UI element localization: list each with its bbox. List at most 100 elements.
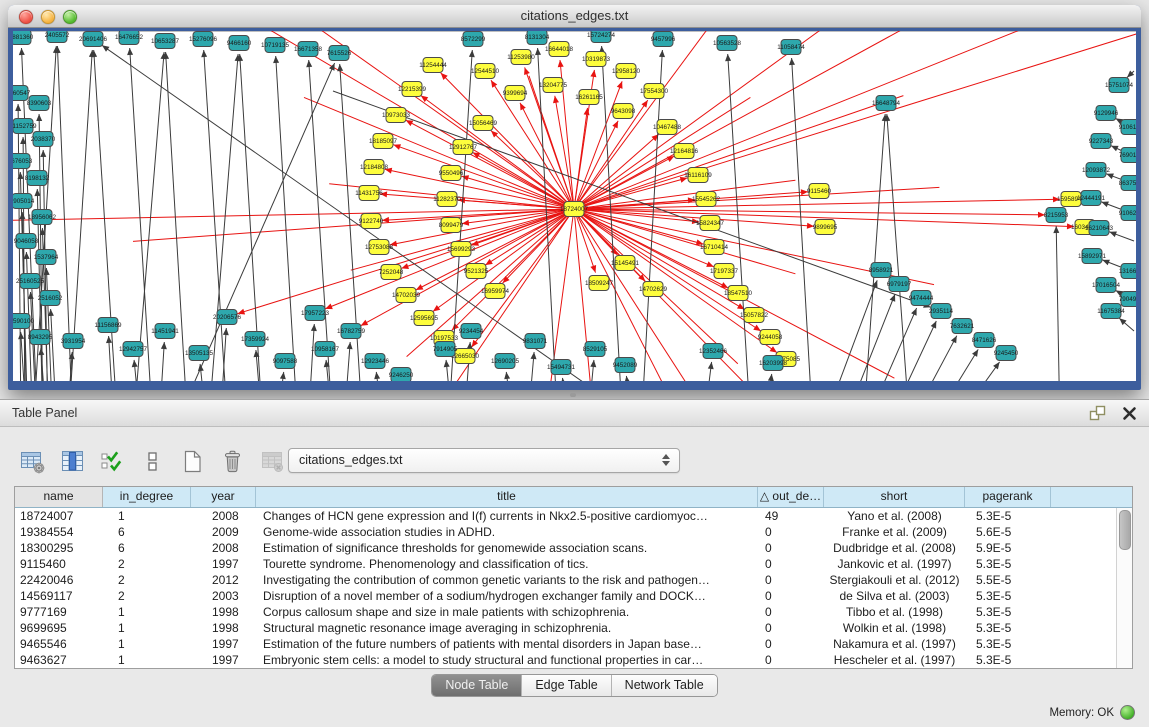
graph-node[interactable]: 9129946 — [1094, 106, 1119, 121]
graph-node[interactable]: 16671358 — [294, 42, 323, 57]
graph-node[interactable]: 9643098 — [611, 104, 636, 119]
table-cell[interactable]: 5.3E-5 — [965, 588, 1051, 604]
create-new-column-button[interactable] — [178, 447, 207, 476]
table-row[interactable]: 969969511998Structural magnetic resonanc… — [15, 620, 1117, 636]
graph-node[interactable]: 15056469 — [469, 116, 498, 131]
graph-node[interactable]: 9452089 — [613, 358, 638, 373]
table-cell[interactable]: 2 — [103, 572, 191, 588]
table-cell[interactable]: 19384554 — [15, 524, 103, 540]
column-header-year[interactable]: year — [191, 487, 256, 507]
graph-node[interactable]: 16782759 — [337, 324, 366, 339]
table-cell[interactable]: 6 — [103, 524, 191, 540]
graph-node[interactable]: 11058474 — [777, 40, 805, 55]
graph-node[interactable]: 9550496 — [439, 166, 464, 181]
black-edge[interactable] — [887, 114, 910, 381]
table-cell[interactable]: 5.3E-5 — [965, 636, 1051, 652]
graph-node[interactable]: 8943295 — [28, 330, 53, 345]
table-cell[interactable]: 2012 — [191, 572, 256, 588]
zoom-window-button[interactable] — [63, 10, 77, 24]
graph-node[interactable]: 16203998 — [759, 356, 788, 371]
graph-node[interactable]: 9457996 — [651, 32, 676, 47]
table-cell[interactable]: 2 — [103, 556, 191, 572]
table-cell[interactable]: 2009 — [191, 524, 256, 540]
graph-node[interactable]: 11675384 — [1097, 304, 1125, 319]
tab-network-table[interactable]: Network Table — [611, 675, 717, 696]
table-cell[interactable]: 1 — [103, 652, 191, 668]
graph-node[interactable]: 9115460 — [807, 184, 832, 199]
graph-node[interactable]: 9046058 — [14, 234, 39, 249]
graph-node[interactable]: 12923446 — [361, 354, 390, 369]
table-cell[interactable]: 6 — [103, 540, 191, 556]
table-cell[interactable]: 1998 — [191, 620, 256, 636]
graph-node[interactable]: 2038370 — [31, 132, 56, 147]
table-row[interactable]: 1938455462009Genome-wide association stu… — [15, 524, 1117, 540]
graph-node[interactable]: 8471626 — [972, 333, 997, 348]
graph-node[interactable]: 7690139 — [1119, 148, 1136, 163]
graph-node[interactable]: 1316610 — [1119, 264, 1136, 279]
graph-node[interactable]: 12958120 — [612, 64, 641, 79]
table-cell[interactable]: 5.5E-5 — [965, 572, 1051, 588]
tab-node-table[interactable]: Node Table — [432, 675, 521, 696]
graph-node[interactable]: 7914905 — [433, 342, 458, 357]
graph-node[interactable]: 18509247 — [585, 276, 614, 291]
graph-node[interactable]: 16710414 — [700, 240, 729, 255]
graph-node[interactable]: 16644018 — [545, 42, 574, 57]
delete-table-button[interactable] — [258, 447, 287, 476]
table-cell[interactable]: 5.3E-5 — [965, 556, 1051, 572]
table-row[interactable]: 1872400712008Changes of HCN gene express… — [15, 508, 1117, 524]
graph-node[interactable]: 3931954 — [61, 334, 86, 349]
graph-node[interactable]: 9106198 — [1119, 120, 1136, 135]
graph-node[interactable]: 11254444 — [419, 58, 447, 73]
graph-node[interactable]: 8215953 — [1044, 208, 1069, 223]
graph-node[interactable]: 10563528 — [713, 36, 742, 51]
graph-node[interactable]: 13505135 — [185, 346, 214, 361]
black-edge[interactable] — [792, 58, 813, 381]
table-cell[interactable]: 1997 — [191, 636, 256, 652]
table-cell[interactable]: Genome-wide association studies in ADHD. — [256, 524, 758, 540]
graph-node[interactable]: 15145491 — [611, 256, 640, 271]
graph-node[interactable]: 9234454 — [459, 324, 484, 339]
graph-node[interactable]: 8958921 — [869, 263, 894, 278]
window-titlebar[interactable]: citations_edges.txt — [8, 5, 1141, 28]
table-cell[interactable]: Franke et al. (2009) — [824, 524, 965, 540]
table-cell[interactable]: 9777169 — [15, 604, 103, 620]
black-edge[interactable] — [276, 56, 298, 381]
red-edge[interactable] — [351, 178, 688, 270]
graph-node[interactable]: 7632621 — [950, 319, 975, 334]
graph-node[interactable]: 12093872 — [1082, 163, 1111, 178]
table-cell[interactable]: Stergiakouli et al. (2012) — [824, 572, 965, 588]
graph-node[interactable]: 16476652 — [115, 31, 144, 45]
graph-node[interactable]: 18956062 — [28, 210, 57, 225]
graph-node[interactable]: 7904902 — [1119, 292, 1136, 307]
graph-node[interactable]: 12753088 — [365, 240, 394, 255]
float-panel-button[interactable] — [1088, 404, 1107, 423]
graph-node[interactable]: 7252048 — [379, 265, 404, 280]
table-cell[interactable]: 1998 — [191, 604, 256, 620]
graph-node[interactable]: 9122740 — [359, 214, 384, 229]
graph-node[interactable]: 20206576 — [213, 310, 242, 325]
table-cell[interactable]: 1 — [103, 636, 191, 652]
graph-node[interactable]: 15892971 — [1078, 249, 1107, 264]
scrollbar-thumb[interactable] — [1119, 510, 1131, 550]
black-edge[interactable] — [841, 294, 895, 381]
table-cell[interactable]: 49 — [758, 508, 824, 524]
vertical-scrollbar[interactable] — [1116, 508, 1132, 668]
table-cell[interactable]: 0 — [758, 524, 824, 540]
table-cell[interactable]: 9463627 — [15, 652, 103, 668]
table-cell[interactable]: Jankovic et al. (1997) — [824, 556, 965, 572]
table-cell[interactable]: 2 — [103, 588, 191, 604]
table-cell[interactable]: 1997 — [191, 556, 256, 572]
graph-node[interactable]: 16959974 — [481, 284, 510, 299]
graph-node[interactable]: 9246250 — [389, 368, 414, 382]
graph-node[interactable]: 8637573 — [1119, 176, 1136, 191]
graph-node[interactable]: 17016504 — [1092, 278, 1121, 293]
graph-node[interactable]: 10319873 — [582, 52, 611, 67]
graph-node[interactable]: 12544510 — [471, 64, 500, 79]
black-edge[interactable] — [906, 336, 957, 381]
graph-node[interactable]: 11282370 — [433, 192, 461, 207]
table-cell[interactable]: 0 — [758, 652, 824, 668]
table-cell[interactable]: 5.3E-5 — [965, 508, 1051, 524]
table-cell[interactable]: 0 — [758, 540, 824, 556]
table-cell[interactable]: 9699695 — [15, 620, 103, 636]
graph-node[interactable]: 15057822 — [740, 308, 769, 323]
